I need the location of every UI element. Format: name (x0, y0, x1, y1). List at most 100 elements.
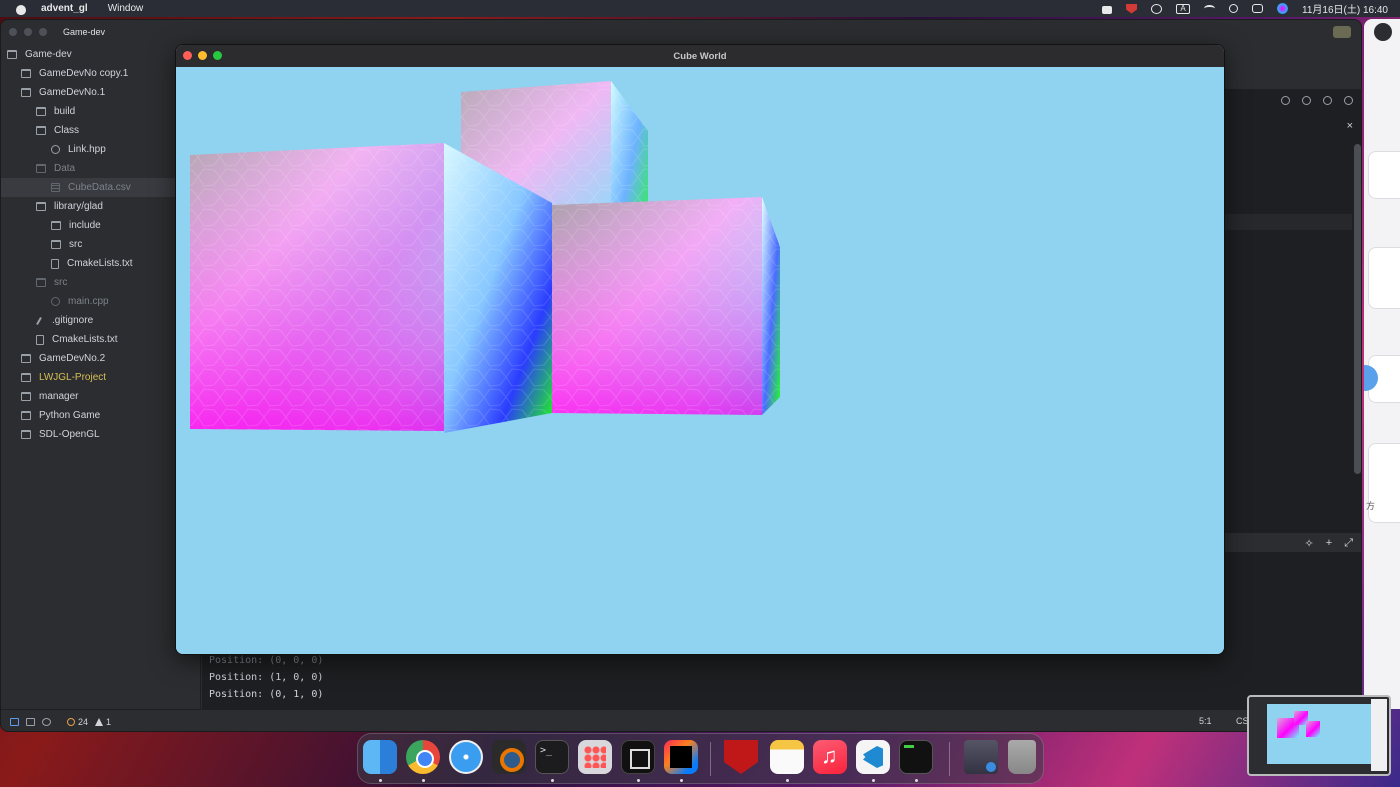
menu-bar: advent_gl Window A 11月16日(土) 16:40 (0, 0, 1400, 17)
tree-item[interactable]: GameDevNo.2 (1, 349, 201, 368)
tree-item[interactable]: main.cpp (1, 292, 201, 311)
cube-world-titlebar[interactable]: Cube World (176, 45, 1224, 67)
tree-item[interactable]: library/glad (1, 197, 201, 216)
tree-item[interactable]: build (1, 102, 201, 121)
ide-account-icon[interactable] (1333, 26, 1351, 38)
tree-item-label: src (54, 277, 68, 288)
tree-item[interactable]: CubeData.csv (1, 178, 201, 197)
ai-assistant-icon[interactable] (1302, 96, 1311, 105)
mcafee-icon[interactable] (724, 740, 758, 774)
downloads-stack-icon[interactable] (964, 740, 998, 774)
add-icon[interactable]: + (1326, 537, 1332, 550)
terminal-icon[interactable]: >_ (535, 740, 569, 774)
opengl-canvas[interactable] (176, 67, 1224, 654)
spotlight-search-icon[interactable] (1229, 4, 1239, 13)
tree-item[interactable]: src (1, 273, 201, 292)
tree-item[interactable]: .gitignore (1, 311, 201, 330)
ai-assistant-icon[interactable]: ✧ (1305, 537, 1314, 550)
close-button[interactable] (183, 51, 192, 60)
editor-toolbar (1281, 96, 1353, 105)
active-app-name[interactable]: advent_gl (41, 3, 88, 14)
structure-icon[interactable] (26, 717, 35, 726)
tree-item[interactable]: SDL-OpenGL (1, 425, 201, 444)
ide-zoom-button[interactable] (39, 28, 47, 36)
wifi-icon[interactable] (1204, 5, 1216, 12)
tree-item[interactable]: manager (1, 387, 201, 406)
intellij-idea-icon[interactable] (664, 740, 698, 774)
input-source-icon[interactable]: A (1176, 3, 1191, 14)
folder-icon (21, 411, 31, 420)
tree-item[interactable]: LWJGL-Project (1, 368, 201, 387)
chevron-down-icon[interactable] (1374, 23, 1392, 41)
vscode-icon[interactable] (856, 740, 890, 774)
ide-status-bar: 24 1 5:1 CS (1, 709, 1361, 731)
thumbnail-cube (1306, 721, 1320, 737)
running-indicator (786, 779, 789, 782)
users-icon[interactable] (42, 717, 51, 726)
zed-editor-icon[interactable] (621, 740, 655, 774)
apple-menu-icon[interactable] (15, 3, 27, 15)
text-file-icon (36, 334, 44, 345)
problems-badge[interactable]: 24 1 (67, 717, 111, 727)
close-icon[interactable]: × (1347, 120, 1353, 132)
tree-item[interactable]: GameDevNo copy.1 (1, 64, 201, 83)
lock-icon[interactable] (1102, 5, 1113, 14)
tree-item[interactable]: GameDevNo.1 (1, 83, 201, 102)
ide-close-button[interactable] (9, 28, 17, 36)
ide-project-label[interactable]: Game-dev (63, 27, 105, 37)
window-title: Cube World (673, 50, 727, 62)
chrome-icon[interactable] (406, 740, 440, 774)
trash-icon[interactable] (1008, 740, 1036, 774)
warning-count: 24 (78, 716, 89, 727)
console-line: Position: (1, 0, 0) (209, 672, 324, 683)
tree-item[interactable]: Data (1, 159, 201, 178)
tree-item-label: LWJGL-Project (39, 372, 107, 383)
tree-item-label: Class (54, 125, 80, 136)
minimize-button[interactable] (198, 51, 207, 60)
tree-item[interactable]: Game-dev (1, 45, 201, 64)
blender-icon[interactable] (492, 740, 526, 774)
ide-minimize-button[interactable] (24, 28, 32, 36)
tree-item[interactable]: include (1, 216, 201, 235)
cube-world-window[interactable]: Cube World (175, 44, 1225, 655)
folder-icon (21, 430, 31, 439)
menu-window[interactable]: Window (108, 3, 144, 14)
console-app-icon[interactable] (899, 740, 933, 774)
text-file-icon (51, 258, 59, 269)
thumbnail-side-window (1371, 699, 1387, 771)
mcafee-shield-icon[interactable] (1126, 3, 1138, 14)
music-icon[interactable] (813, 740, 847, 774)
control-center-icon[interactable] (1252, 4, 1264, 13)
cursor-icon[interactable] (1323, 96, 1332, 105)
editor-scrollbar[interactable] (1354, 144, 1361, 474)
running-indicator (637, 779, 640, 782)
tree-item[interactable]: CmakeLists.txt (1, 330, 201, 349)
folder-icon (21, 88, 31, 97)
siri-icon[interactable] (1277, 3, 1289, 14)
tree-item[interactable]: CmakeLists.txt (1, 254, 201, 273)
media-play-icon[interactable] (1151, 3, 1163, 14)
tree-item-label: GameDevNo copy.1 (39, 68, 129, 79)
folder-icon (36, 202, 46, 211)
zoom-button[interactable] (213, 51, 222, 60)
alert-triangle-icon (95, 717, 104, 726)
expand-icon[interactable]: ⤢ (1344, 537, 1353, 550)
tree-item[interactable]: src (1, 235, 201, 254)
tree-item-label: manager (39, 391, 79, 402)
cpp-file-icon (51, 297, 60, 306)
launchpad-icon[interactable] (578, 740, 612, 774)
tree-item[interactable]: Python Game (1, 406, 201, 425)
settings-icon[interactable] (1344, 96, 1353, 105)
search-icon[interactable] (1281, 96, 1290, 105)
project-view-icon[interactable] (10, 717, 19, 726)
screenshot-preview-thumbnail[interactable] (1247, 695, 1391, 776)
cursor-position[interactable]: 5:1 (1199, 716, 1212, 726)
tree-item-label: Link.hpp (68, 144, 106, 155)
menu-bar-clock[interactable]: 11月16日(土) 16:40 (1302, 1, 1388, 16)
finder-icon[interactable] (363, 740, 397, 774)
tree-item[interactable]: Link.hpp (1, 140, 201, 159)
folder-icon (21, 392, 31, 401)
tree-item[interactable]: Class (1, 121, 201, 140)
notes-icon[interactable] (770, 740, 804, 774)
safari-icon[interactable] (449, 740, 483, 774)
